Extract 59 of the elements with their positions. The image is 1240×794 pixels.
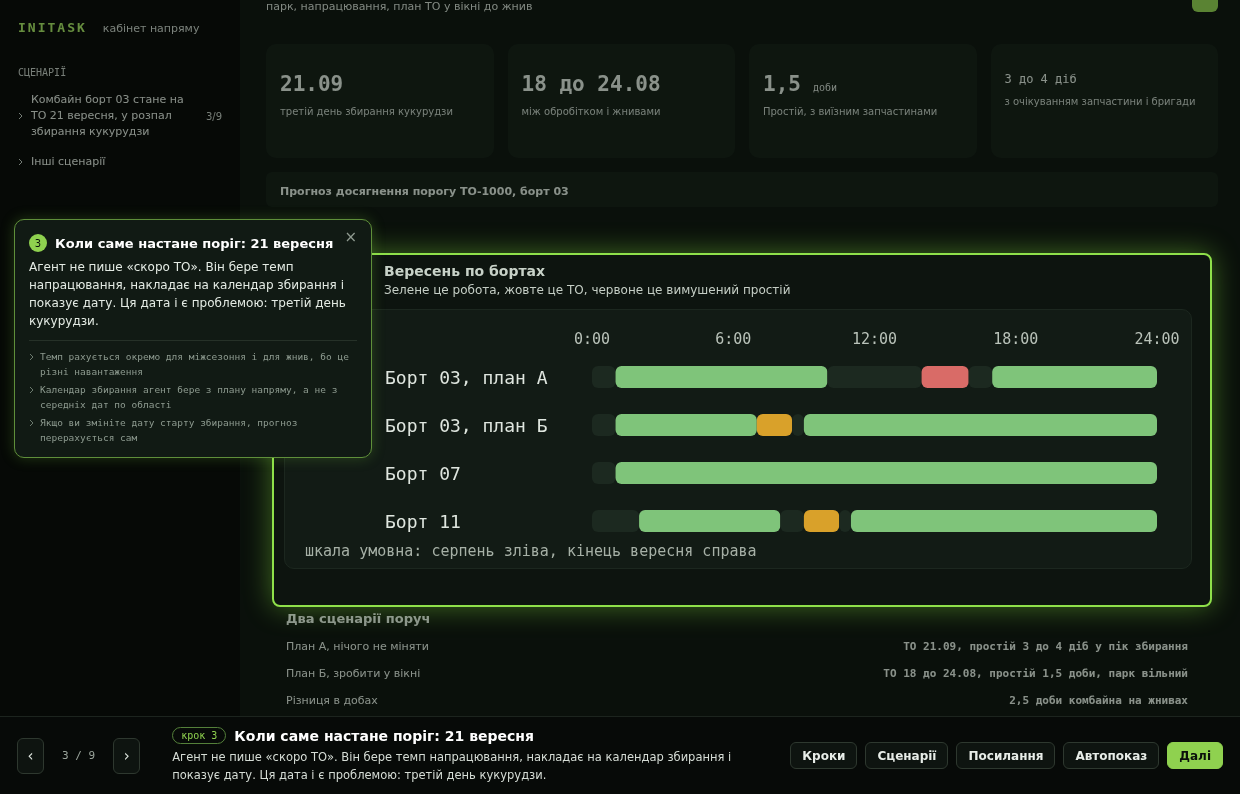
tour-button[interactable]: Посилання [956,742,1056,769]
bullet-text: Темп рахується окремо для міжсезоння і для жнив, бо це різні навантаження [40,350,350,379]
axis-tick-label: 0:00 [573,330,611,348]
stat-value: 21.09 [280,72,344,96]
tour-button[interactable]: Сценарії [865,742,949,769]
stat-value: 1,5 [763,72,801,96]
axis-tick-label: 12:00 [851,330,898,348]
step-number: 3 [29,234,47,252]
brand-subtitle: кабінет напряму [102,22,200,35]
stat-caption: третій день збирання кукурудзи [280,105,454,119]
row-label: Борт 07 [385,463,461,484]
bullet-text: Якщо ви змініте дату старту збирання, прогноз перерахується сам [40,416,299,445]
chevron-icon [29,419,34,427]
scenario-value: 2,5 доби комбайна на жнивах [1009,694,1188,707]
chart-title: Вересень по бортах [384,263,547,279]
step-counter: 3 / 9 [62,749,96,762]
accent-button[interactable] [1192,0,1218,12]
page-subtitle: парк, напрацювання, план ТО у вікні до жнив [266,0,533,13]
stat-caption: з очікуванням запчастини і бригади [1004,95,1197,109]
close-button[interactable]: × [344,228,357,246]
chevron-icon [29,386,34,394]
stat-value: 3 до 4 діб [1004,72,1077,86]
item-count: 3/9 [205,110,222,122]
popover-text: Агент не пише «скоро ТО». Він бере темп напрацювання, накладає на календар збирання і показує дату. Ця дата і є проблемою: третій день кукурудзи. [29,259,347,330]
sidebar-item[interactable]: Інші сценарії [18,154,222,170]
next-button[interactable]: › [113,737,141,774]
scenario-label: План А, нічого не міняти [286,640,429,653]
primary-button[interactable]: Далі [1167,742,1223,769]
scenario-label: Різниця в добах [286,694,378,707]
popover-title: Коли саме настане поріг: 21 вересня [55,235,334,251]
chevron-icon [18,112,23,120]
sidebar-item[interactable]: Комбайн борт 03 стане на ТО 21 вересня, у розпал збирання кукурудзи 3/9 [18,92,222,140]
previous-button[interactable]: ‹ [17,737,45,774]
row-label: Борт 03, план Б [385,415,548,436]
step-description: Агент не пише «скоро ТО». Він бере темп напрацювання, накладає на календар збирання і показує дату. Ця дата і є проблемою: третій день кукурудзи. [172,749,733,784]
row-label: Борт 03, план А [385,367,548,388]
chevron-icon [29,353,34,361]
row-label: Борт 11 [385,511,461,532]
chevron-icon [18,158,23,166]
scenario-value: ТО 21.09, простій 3 до 4 діб у пік збирання [903,640,1188,653]
axis-tick-label: 18:00 [993,330,1039,348]
stat-caption: Простій, з виїзним запчастинами [763,105,939,119]
stat-value: 18 до 24.08 [521,72,661,96]
logo: INITASK [18,20,87,35]
stat-unit: доби [812,82,838,93]
section-title: Два сценарії поруч [286,611,432,626]
tour-button[interactable]: Автопоказ [1063,742,1160,769]
bullet-text: Календар збирання агент бере з плану напряму, а не з середніх дат по області [40,383,339,412]
forecast-title: Прогноз досягнення порогу ТО-1000, борт 03 [280,185,569,198]
axis-tick-label: 24:00 [1134,330,1180,348]
tour-button[interactable]: Кроки [790,742,858,769]
section-heading: СЦЕНАРІЇ [18,67,68,78]
chart-subtitle: Зелене це робота, жовте це ТО, червоне це вимушений простій [384,283,792,297]
chart-note: шкала умовна: серпень зліва, кінець вересня справа [305,542,758,560]
axis-tick-label: 6:00 [715,330,752,348]
stat-caption: між обробітком і жнивами [521,105,662,119]
scenario-label: План Б, зробити у вікні [286,667,421,680]
step-title: Коли саме настане поріг: 21 вересня [234,727,534,744]
scenario-value: ТО 18 до 24.08, простій 1,5 доби, парк вільний [883,667,1188,680]
